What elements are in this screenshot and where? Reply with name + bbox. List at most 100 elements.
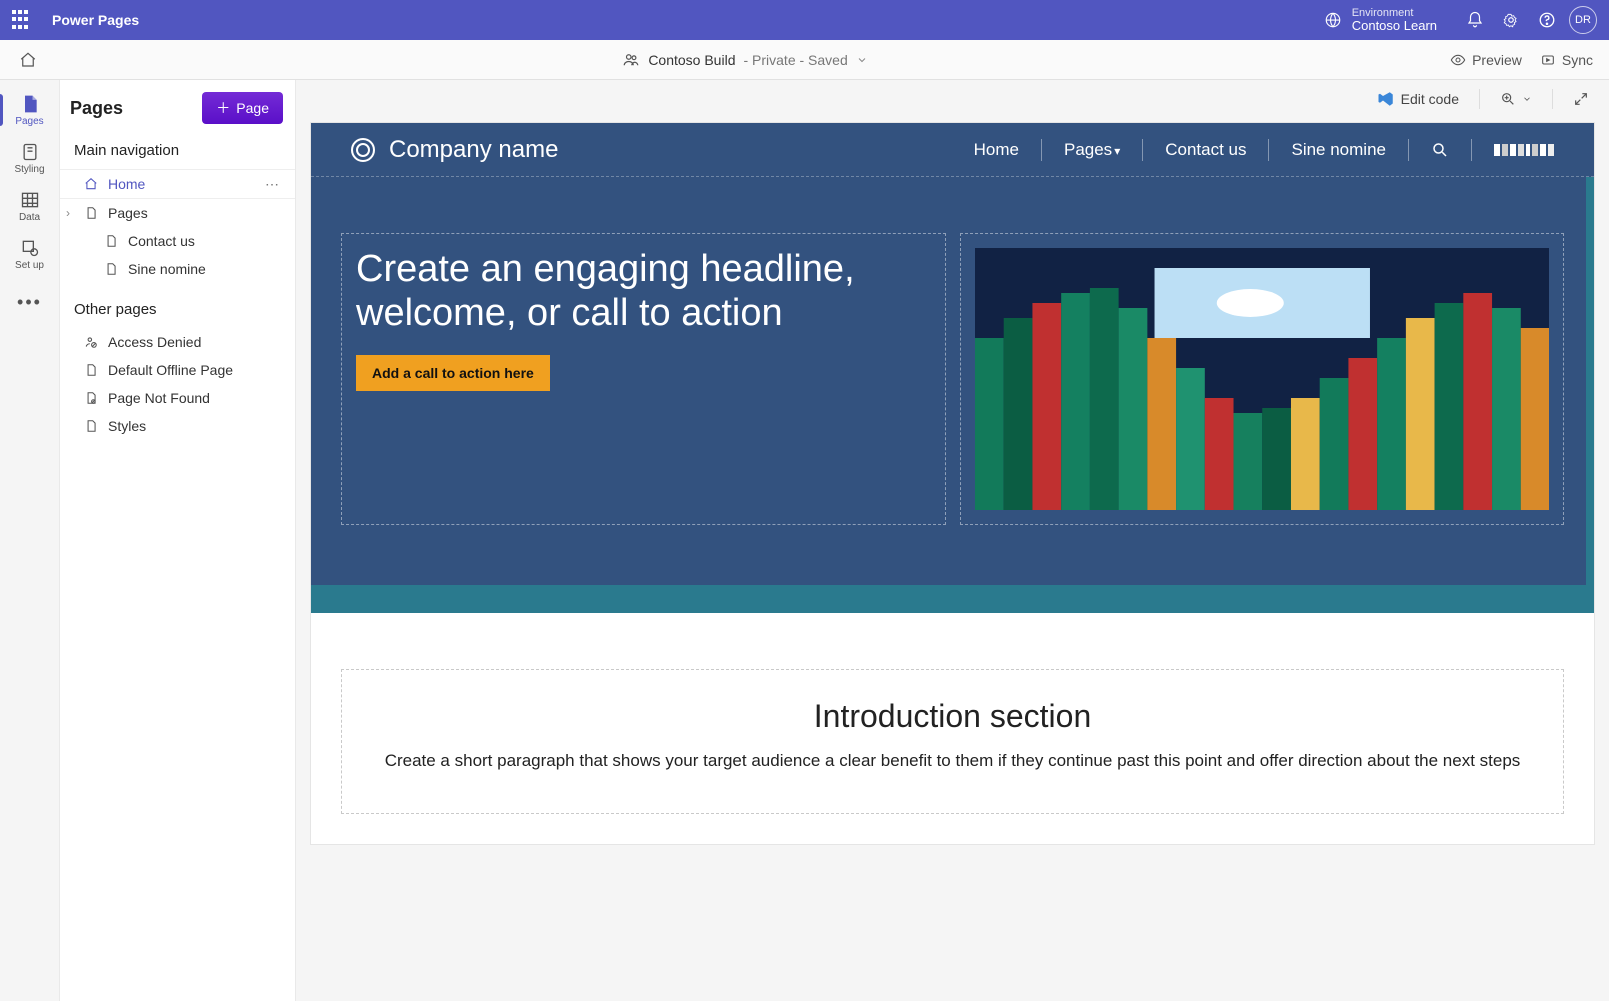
home-icon[interactable] [16, 51, 40, 69]
separator [1471, 139, 1472, 161]
other-pages-tree: Access Denied Default Offline Page Page … [60, 328, 295, 440]
separator [1268, 139, 1269, 161]
nav-item-sine[interactable]: Sine nomine [60, 255, 295, 283]
hero-headline[interactable]: Create an engaging headline, welcome, or… [356, 248, 931, 335]
sidebar-title: Pages [70, 98, 123, 119]
rail-label: Styling [14, 164, 44, 175]
site-preview[interactable]: Company name Home Pages Contact us Sine … [310, 122, 1595, 845]
rail-label: Data [19, 212, 40, 223]
add-page-label: Page [236, 100, 269, 116]
site-name: Contoso Build [648, 52, 735, 68]
other-item-styles[interactable]: Styles [60, 412, 295, 440]
environment-label: Environment [1352, 7, 1437, 19]
home-icon [84, 177, 100, 191]
teal-band [311, 585, 1594, 613]
page-icon [84, 206, 100, 220]
rail-pages[interactable]: Pages [0, 86, 60, 134]
app-header: Power Pages Environment Contoso Learn DR [0, 0, 1609, 40]
nav-item-label: Styles [108, 418, 146, 434]
intro-section[interactable]: Introduction section Create a short para… [311, 613, 1594, 844]
data-icon [20, 190, 40, 210]
pages-sidebar: Pages ＋ Page Main navigation Home › Page… [60, 80, 296, 1001]
rail-label: Set up [15, 260, 44, 271]
main-nav-label: Main navigation [60, 136, 295, 169]
nav-item-label: Access Denied [108, 334, 201, 350]
rail-data[interactable]: Data [0, 182, 60, 230]
expand-button[interactable] [1573, 91, 1589, 107]
user-avatar[interactable]: DR [1569, 6, 1597, 34]
workspace-rail: Pages Styling Data Set up ••• [0, 80, 60, 1001]
separator [1142, 139, 1143, 161]
rail-more[interactable]: ••• [0, 278, 60, 326]
nav-item-pages[interactable]: › Pages [60, 199, 295, 227]
context-toolbar: Contoso Build - Private - Saved Preview … [0, 40, 1609, 80]
nav-contact[interactable]: Contact us [1165, 140, 1246, 160]
separator [1408, 139, 1409, 161]
site-status: - Private - Saved [743, 52, 847, 68]
vscode-icon [1377, 90, 1395, 108]
settings-icon[interactable] [1493, 0, 1529, 40]
other-pages-label: Other pages [60, 283, 295, 328]
styling-icon [20, 142, 40, 162]
notifications-icon[interactable] [1457, 0, 1493, 40]
main-nav-tree: Home › Pages Contact us Sine nomine [60, 169, 295, 283]
nav-item-label: Pages [108, 205, 148, 221]
hero-text-cell[interactable]: Create an engaging headline, welcome, or… [341, 233, 946, 525]
intro-title[interactable]: Introduction section [382, 698, 1523, 735]
nav-item-label: Default Offline Page [108, 362, 233, 378]
site-context[interactable]: Contoso Build - Private - Saved [40, 51, 1450, 69]
site-logo-icon [351, 138, 375, 162]
chevron-right-icon[interactable]: › [66, 206, 70, 220]
other-item-offline[interactable]: Default Offline Page [60, 356, 295, 384]
plus-icon: ＋ [216, 98, 230, 118]
zoom-button[interactable] [1500, 91, 1532, 107]
canvas-toolbar: Edit code [296, 80, 1609, 118]
hero-cta-button[interactable]: Add a call to action here [356, 355, 550, 391]
preview-button[interactable]: Preview [1450, 52, 1522, 68]
page-icon [20, 94, 40, 114]
intro-body[interactable]: Create a short paragraph that shows your… [382, 749, 1523, 773]
site-header[interactable]: Company name Home Pages Contact us Sine … [311, 123, 1594, 177]
app-name: Power Pages [52, 12, 139, 28]
intro-box[interactable]: Introduction section Create a short para… [341, 669, 1564, 814]
nav-item-label: Page Not Found [108, 390, 210, 406]
page-icon [104, 262, 120, 276]
hero-image-placeholder[interactable] [975, 248, 1550, 510]
rail-styling[interactable]: Styling [0, 134, 60, 182]
rail-label: Pages [15, 116, 43, 127]
page-icon [104, 234, 120, 248]
hero-section[interactable]: Create an engaging headline, welcome, or… [311, 177, 1594, 585]
sync-label: Sync [1562, 52, 1593, 68]
nav-profile-placeholder[interactable] [1494, 144, 1554, 156]
canvas: Edit code Company name Home Pages Contac… [296, 80, 1609, 1001]
help-icon[interactable] [1529, 0, 1565, 40]
nav-item-label: Contact us [128, 233, 195, 249]
edit-code-button[interactable]: Edit code [1377, 90, 1459, 108]
site-nav: Home Pages Contact us Sine nomine [974, 139, 1554, 161]
hero-image-cell[interactable] [960, 233, 1565, 525]
add-page-button[interactable]: ＋ Page [202, 92, 283, 124]
environment-picker[interactable]: Environment Contoso Learn [1324, 7, 1437, 33]
sync-button[interactable]: Sync [1540, 52, 1593, 68]
ellipsis-icon: ••• [17, 292, 42, 313]
preview-label: Preview [1472, 52, 1522, 68]
nav-home[interactable]: Home [974, 140, 1019, 160]
people-icon [622, 51, 640, 69]
rail-setup[interactable]: Set up [0, 230, 60, 278]
nav-item-home[interactable]: Home [60, 169, 295, 199]
other-item-notfound[interactable]: Page Not Found [60, 384, 295, 412]
separator [1041, 139, 1042, 161]
nav-item-contact[interactable]: Contact us [60, 227, 295, 255]
other-item-access-denied[interactable]: Access Denied [60, 328, 295, 356]
nav-pages[interactable]: Pages [1064, 140, 1120, 160]
site-brand[interactable]: Company name [389, 136, 558, 164]
nav-item-label: Home [108, 176, 145, 192]
nav-search-icon[interactable] [1431, 141, 1449, 159]
environment-name: Contoso Learn [1352, 19, 1437, 33]
environment-icon [1324, 11, 1342, 29]
app-launcher-icon[interactable] [12, 10, 32, 30]
separator [1552, 89, 1553, 109]
edit-code-label: Edit code [1401, 91, 1459, 107]
setup-icon [20, 238, 40, 258]
nav-sine[interactable]: Sine nomine [1291, 140, 1386, 160]
